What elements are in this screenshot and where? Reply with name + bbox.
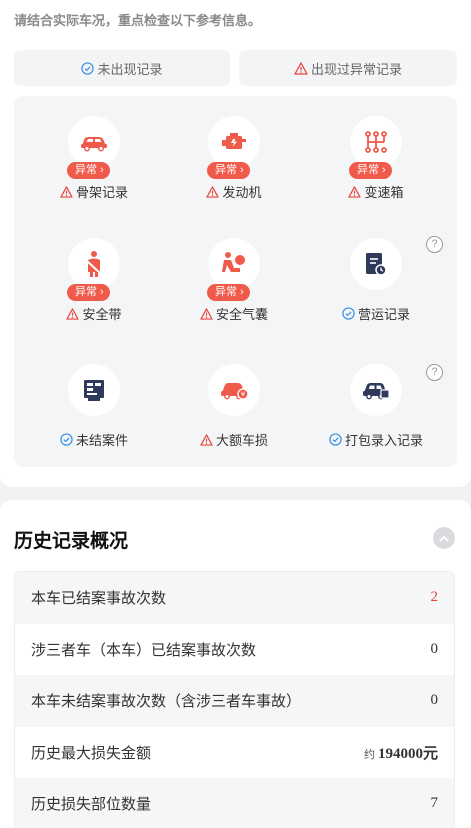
history-table: 本车已结案事故次数 2 涉三者车（本车）已结案事故次数 0 本车未结案事故次数（… <box>14 571 455 828</box>
warning-triangle-icon <box>66 307 80 320</box>
warning-triangle-icon <box>60 185 73 198</box>
row-value: 0 <box>430 640 439 657</box>
history-row: 本车未结案事故次数（含涉三者车事故） 0 <box>15 675 454 727</box>
major-damage-icon: ¥ <box>208 364 260 416</box>
item-label: 营运记录 <box>357 307 410 322</box>
check-circle-icon <box>329 433 342 446</box>
check-circle-icon <box>60 433 73 446</box>
vehicle-check-card: 请结合实际车况，重点检查以下参考信息。 未出现记录 出现过异常记录 异常 › 骨… <box>0 0 471 487</box>
collapse-button[interactable] <box>433 527 455 549</box>
hint-text: 请结合实际车况，重点检查以下参考信息。 <box>14 13 262 28</box>
history-row: 涉三者车（本车）已结案事故次数 0 <box>15 623 454 675</box>
item-label: 打包录入记录 <box>344 433 423 448</box>
row-value: 0 <box>430 692 439 709</box>
item-operation-record[interactable]: 营运记录 ? <box>311 236 443 348</box>
abnormal-badge[interactable]: 异常 › <box>207 284 250 301</box>
warning-triangle-icon <box>200 307 213 320</box>
chevron-up-icon <box>439 535 449 542</box>
engine-icon <box>208 116 260 168</box>
abnormal-badge[interactable]: 异常 › <box>67 284 110 301</box>
history-overview-card: 历史记录概况 本车已结案事故次数 2 涉三者车（本车）已结案事故次数 0 本车未… <box>0 500 471 828</box>
help-icon[interactable]: ? <box>426 236 443 253</box>
item-label: 骨架记录 <box>75 185 128 200</box>
warning-triangle-icon <box>348 185 362 198</box>
row-label: 历史最大损失金额 <box>31 744 152 762</box>
operation-record-icon <box>350 238 402 290</box>
item-frame-record[interactable]: 异常 › 骨架记录 <box>29 116 159 226</box>
row-value: 2 <box>430 589 439 606</box>
history-row: 历史最大损失金额 约 194000元 <box>15 726 454 778</box>
item-gearbox[interactable]: 异常 › 变速箱 <box>311 116 441 226</box>
row-label: 涉三者车（本车）已结案事故次数 <box>31 641 257 659</box>
svg-text:¥: ¥ <box>241 391 246 399</box>
car-frame-icon <box>68 116 120 168</box>
seatbelt-icon <box>68 238 120 290</box>
item-open-case[interactable]: 未结案件 <box>29 364 159 474</box>
row-value: 7 <box>430 795 439 812</box>
history-row: 历史损失部位数量 7 <box>15 778 454 828</box>
warning-triangle-icon <box>200 433 213 446</box>
open-case-icon <box>68 364 120 416</box>
item-package-entry[interactable]: 打包录入记录 ? <box>311 364 443 474</box>
approx-prefix: 约 <box>363 748 375 761</box>
abnormal-badge[interactable]: 异常 › <box>349 162 392 179</box>
legend-abnormal-record: 出现过异常记录 <box>239 50 457 86</box>
item-label: 安全带 <box>82 307 122 322</box>
airbag-icon <box>208 238 260 290</box>
item-engine[interactable]: 异常 › 发动机 <box>169 116 299 226</box>
abnormal-badge[interactable]: 异常 › <box>207 162 250 179</box>
legend-no-record-label: 未出现记录 <box>97 61 163 77</box>
legend-abnormal-label: 出现过异常记录 <box>310 61 402 77</box>
package-entry-icon <box>350 364 402 416</box>
item-airbag[interactable]: 异常 › 安全气囊 <box>169 238 299 348</box>
amount-value: 194000元 <box>377 745 438 762</box>
row-label: 历史损失部位数量 <box>31 796 152 814</box>
item-label: 安全气囊 <box>215 307 268 322</box>
legend-no-record: 未出现记录 <box>14 50 230 86</box>
abnormal-badge[interactable]: 异常 › <box>67 162 110 179</box>
warning-triangle-icon <box>206 185 220 198</box>
item-label: 变速箱 <box>364 185 404 200</box>
row-value: 约 194000元 <box>364 742 438 763</box>
check-circle-icon <box>342 307 355 320</box>
row-label: 本车未结案事故次数（含涉三者车事故） <box>31 693 302 711</box>
check-circle-icon <box>81 61 95 75</box>
help-icon[interactable]: ? <box>426 364 443 381</box>
item-major-damage[interactable]: ¥ 大额车损 <box>169 364 299 474</box>
history-row: 本车已结案事故次数 2 <box>15 572 454 624</box>
check-items-grid: 异常 › 骨架记录 异常 › 发动机 异常 › 变速箱 异常 › 安全带 异常 … <box>14 96 457 467</box>
row-label: 本车已结案事故次数 <box>31 590 167 608</box>
item-label: 大额车损 <box>215 433 268 448</box>
gearbox-icon <box>350 116 402 168</box>
item-seatbelt[interactable]: 异常 › 安全带 <box>29 238 159 348</box>
warning-triangle-icon <box>294 61 308 75</box>
item-label: 未结案件 <box>75 433 128 448</box>
history-title: 历史记录概况 <box>14 531 129 552</box>
item-label: 发动机 <box>222 185 262 200</box>
